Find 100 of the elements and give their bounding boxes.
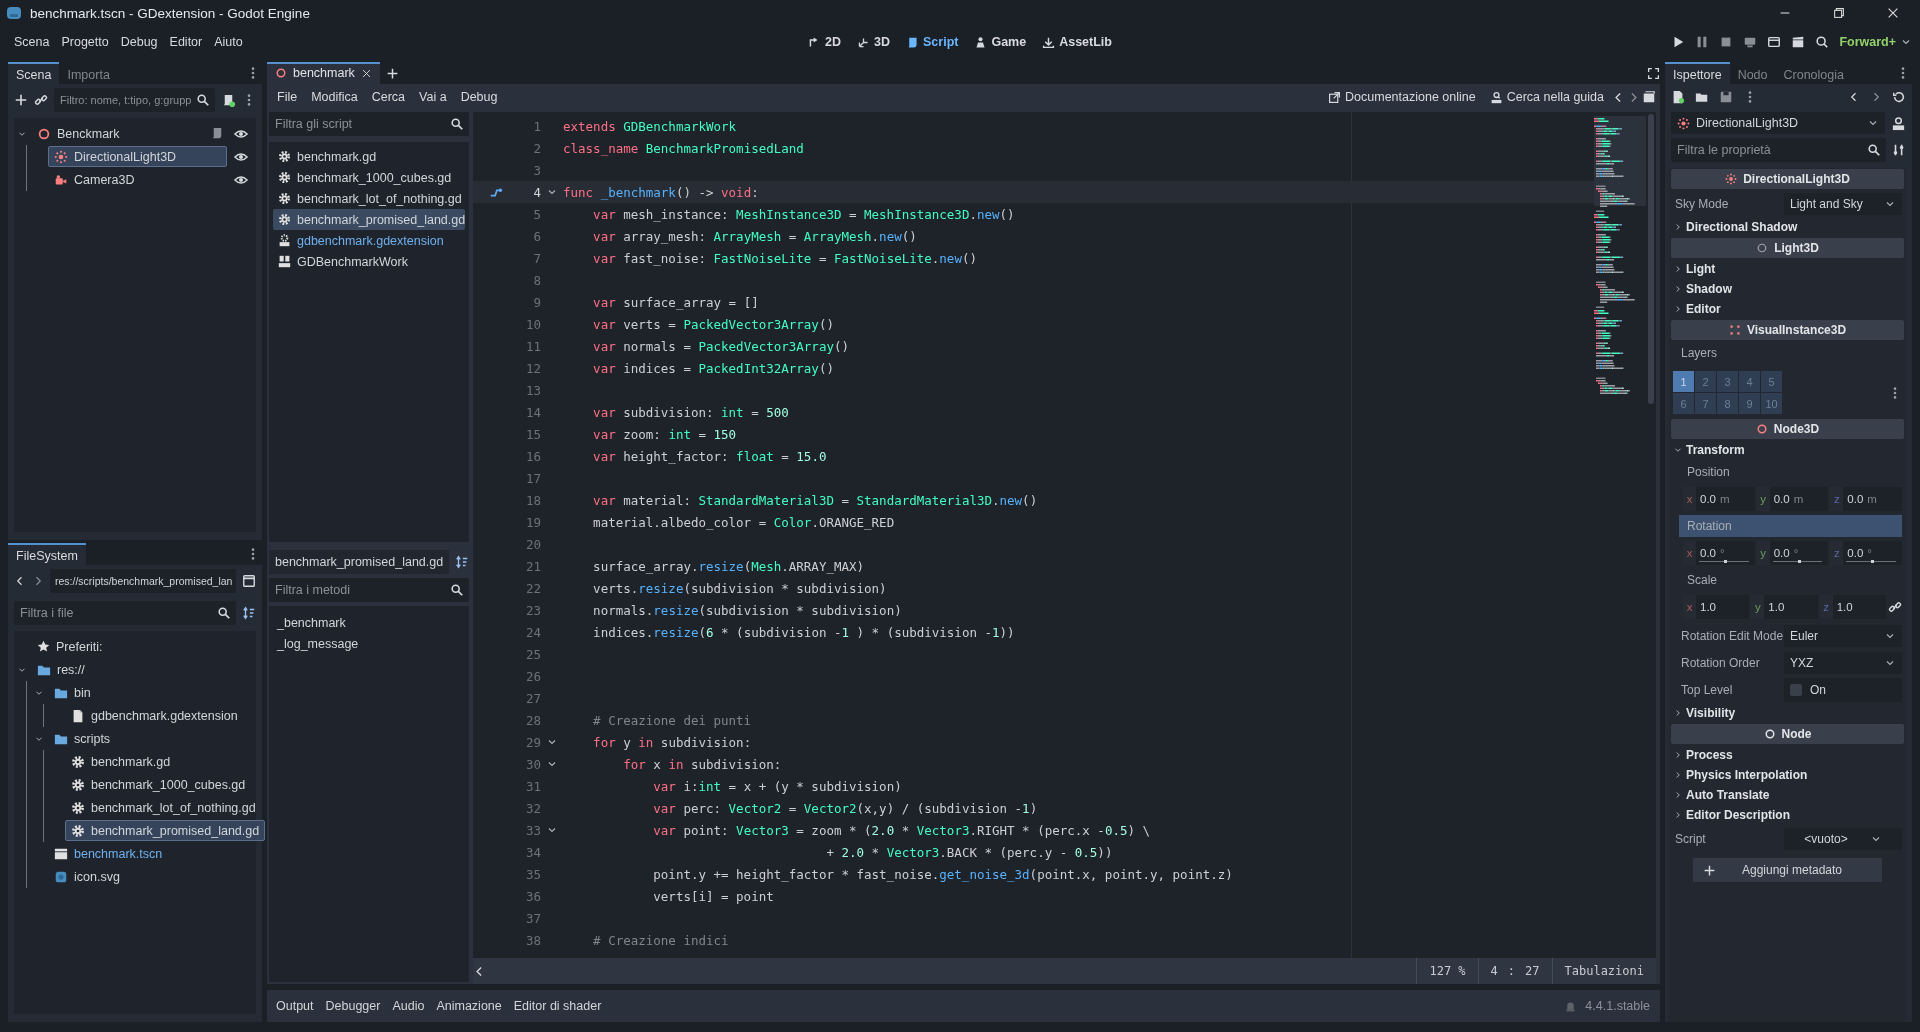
menu-item[interactable]: Modifica — [305, 87, 364, 107]
group-header[interactable]: Editor — [1669, 299, 1906, 319]
group-header[interactable]: Editor Description — [1669, 805, 1906, 825]
clapperboard-icon[interactable] — [1791, 35, 1806, 49]
script-item[interactable]: benchmark.gd — [273, 146, 465, 167]
group-header[interactable]: Auto Translate — [1669, 785, 1906, 805]
dock-tab[interactable]: Nodo — [1729, 62, 1776, 84]
slider-thumb[interactable] — [1871, 560, 1875, 563]
workspace-tab[interactable]: Game — [971, 32, 1030, 52]
add-tab-icon[interactable] — [385, 66, 399, 80]
tree-item[interactable]: benchmark_lot_of_nothing.gd — [65, 797, 262, 818]
panel-tab[interactable]: Debugger — [320, 995, 386, 1017]
filter-field[interactable]: Filtro: nome, t:tipo, g:grupp — [54, 88, 215, 112]
number-field[interactable]: z 0.0 ° — [1830, 541, 1902, 565]
new-resource-icon[interactable] — [1671, 90, 1685, 104]
dock-tab[interactable]: Ispettore — [1665, 62, 1730, 84]
tree-item[interactable]: benchmark_1000_cubes.gd — [65, 774, 254, 795]
group-header[interactable]: Visibility — [1669, 703, 1906, 723]
dock-tab[interactable]: Scena — [8, 62, 60, 84]
sort-icon[interactable] — [242, 606, 256, 620]
tree-item[interactable]: gdbenchmark.gdextension — [65, 705, 254, 726]
sort-icon[interactable] — [455, 555, 470, 569]
window-icon[interactable] — [1767, 35, 1782, 49]
tree-item[interactable]: benchmark.gd — [65, 751, 254, 772]
dock-tab[interactable]: Cronologia — [1775, 62, 1852, 84]
editor-tab[interactable]: benchmark — [267, 62, 380, 84]
help-link[interactable]: Cerca nella guida — [1483, 87, 1610, 107]
number-field[interactable]: x 1.0 — [1683, 595, 1750, 619]
number-field[interactable]: y 0.0 ° — [1756, 541, 1829, 565]
number-field[interactable]: x 0.0 ° — [1683, 541, 1755, 565]
filter-field[interactable]: Filtra le proprietà — [1671, 138, 1886, 162]
path-field[interactable]: res://scripts/benchmark_promised_lan — [50, 569, 236, 593]
group-header[interactable]: Transform — [1669, 440, 1906, 460]
panel-tab[interactable]: Animazione — [431, 995, 507, 1017]
number-field[interactable]: x 0.0 m — [1683, 487, 1755, 511]
close-icon[interactable] — [1886, 6, 1900, 20]
menu-item[interactable]: Scena — [8, 31, 56, 53]
menu-item[interactable]: Cerca — [365, 87, 412, 107]
tree-item[interactable]: Camera3D — [48, 169, 227, 190]
monitor-icon[interactable] — [1743, 35, 1758, 49]
restore-icon[interactable] — [1832, 6, 1846, 20]
menu-item[interactable]: Aiuto — [208, 31, 249, 53]
panel-tab[interactable]: Audio — [387, 995, 430, 1017]
tree-item[interactable]: scripts — [48, 728, 254, 749]
magnifier-icon[interactable] — [1815, 35, 1830, 49]
minimap[interactable] — [1594, 116, 1646, 396]
method-item[interactable]: _log_message — [273, 633, 465, 654]
menu-item[interactable]: Editor — [163, 31, 209, 53]
tree-item[interactable]: benchmark_promised_land.gd — [65, 820, 266, 841]
add-icon[interactable] — [14, 93, 28, 107]
group-header[interactable]: Process — [1669, 745, 1906, 765]
add-metadata-button[interactable]: Aggiungi metadato — [1692, 858, 1883, 882]
menu-item[interactable]: Progetto — [55, 31, 115, 53]
renderer-dropdown[interactable]: Forward+ — [1839, 35, 1912, 49]
number-field[interactable]: z 1.0 — [1819, 595, 1886, 619]
tree-item[interactable]: DirectionalLight3D — [48, 146, 227, 167]
dropdown[interactable]: Light and Sky — [1784, 192, 1902, 215]
dropdown[interactable]: YXZ — [1784, 651, 1902, 674]
script-item[interactable]: GDBenchmarkWork — [273, 251, 465, 272]
workspace-tab[interactable]: 3D — [854, 32, 893, 52]
close-icon[interactable] — [360, 67, 372, 79]
fullscreen-icon[interactable] — [1647, 66, 1660, 80]
menu-item[interactable]: Vai a — [413, 87, 453, 107]
tree-item[interactable]: res:// — [31, 659, 254, 680]
number-field[interactable]: z 0.0 m — [1830, 487, 1902, 511]
menu-item[interactable]: Debug — [114, 31, 164, 53]
workspace-tab[interactable]: 2D — [805, 32, 844, 52]
tree-item[interactable]: bin — [48, 682, 254, 703]
checkbox[interactable]: On — [1784, 677, 1902, 702]
filter-field[interactable]: Filtra gli script — [269, 112, 469, 136]
slider-thumb[interactable] — [1797, 560, 1801, 563]
link-icon[interactable] — [34, 93, 48, 107]
filter-field[interactable]: Filtra i file — [14, 601, 236, 625]
script-item[interactable]: benchmark_promised_land.gd — [273, 209, 465, 230]
tree-item[interactable]: benchmark.tscn — [48, 843, 254, 864]
filter-options-icon[interactable] — [1892, 143, 1906, 157]
link-icon[interactable] — [1888, 600, 1902, 614]
object-selector[interactable]: DirectionalLight3D — [1671, 112, 1885, 134]
dropdown[interactable]: Euler — [1784, 624, 1902, 647]
history-icon[interactable] — [1892, 90, 1906, 104]
tree-item[interactable]: icon.svg — [48, 866, 254, 887]
dock-tab[interactable]: FileSystem — [8, 543, 86, 565]
script-item[interactable]: gdbenchmark.gdextension — [273, 230, 465, 251]
scrollbar-thumb[interactable] — [1648, 114, 1654, 404]
number-field[interactable]: y 0.0 m — [1756, 487, 1829, 511]
split-view-icon[interactable] — [242, 574, 256, 588]
group-header[interactable]: Directional Shadow — [1669, 217, 1906, 237]
group-header[interactable]: Light — [1669, 259, 1906, 279]
workspace-tab[interactable]: Script — [903, 32, 962, 52]
group-header[interactable]: Physics Interpolation — [1669, 765, 1906, 785]
slider-thumb[interactable] — [1723, 560, 1727, 563]
script-item[interactable]: benchmark_1000_cubes.gd — [273, 167, 465, 188]
group-header[interactable]: Shadow — [1669, 279, 1906, 299]
workspace-tab[interactable]: AssetLib — [1039, 32, 1115, 52]
number-field[interactable]: y 1.0 — [1751, 595, 1818, 619]
window-icon[interactable] — [1642, 90, 1656, 104]
dock-tab[interactable]: Importa — [59, 62, 118, 84]
docs-icon[interactable] — [1891, 115, 1906, 131]
method-item[interactable]: _benchmark — [273, 612, 465, 633]
panel-tab[interactable]: Output — [271, 995, 319, 1017]
